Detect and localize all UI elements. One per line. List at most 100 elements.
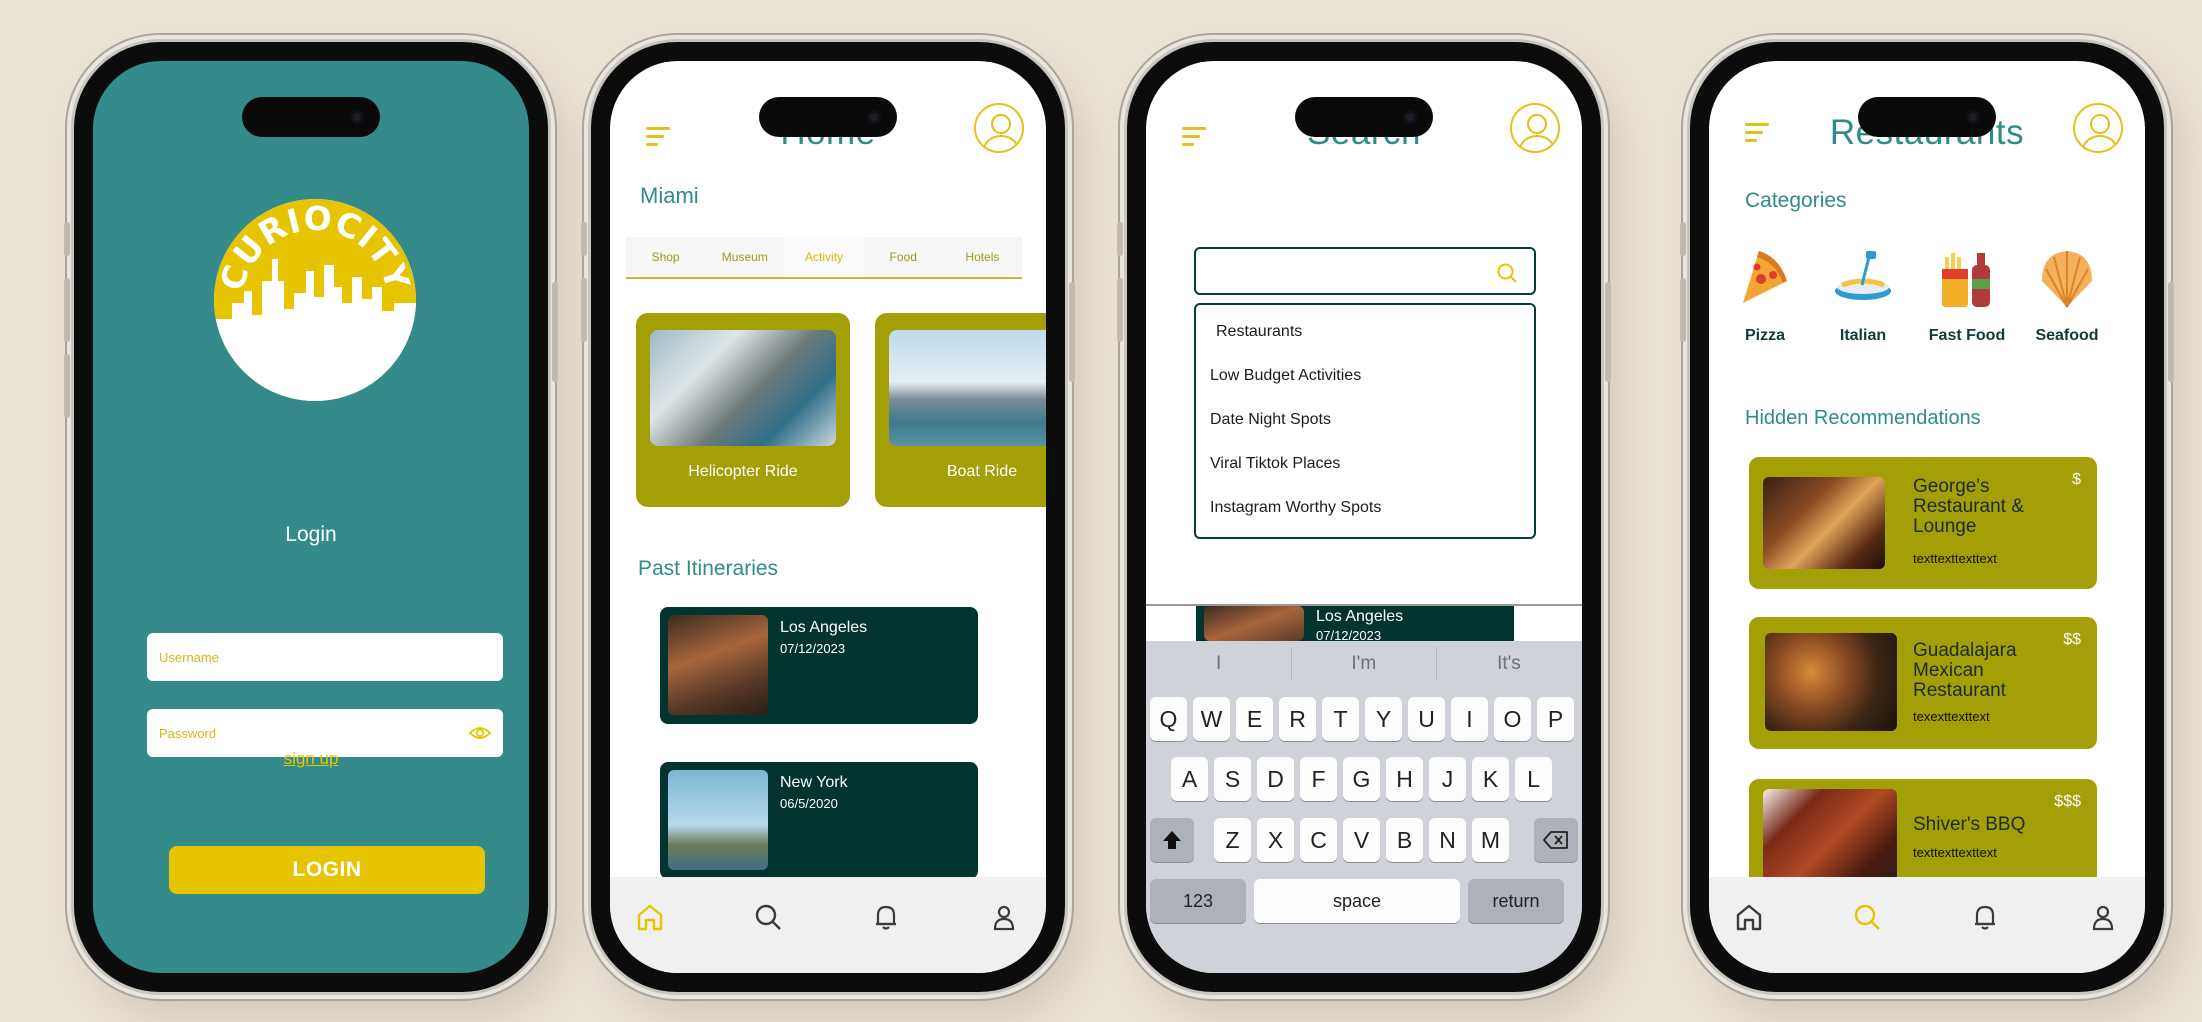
suggestion[interactable]: I — [1146, 641, 1291, 686]
key-l[interactable]: L — [1515, 757, 1552, 801]
key-z[interactable]: Z — [1214, 818, 1251, 862]
tab-food[interactable]: Food — [864, 237, 943, 277]
itinerary-card[interactable]: Los Angeles 07/12/2023 — [660, 607, 978, 724]
numbers-key[interactable]: 123 — [1150, 879, 1246, 923]
key-w[interactable]: W — [1193, 697, 1230, 741]
key-b[interactable]: B — [1386, 818, 1423, 862]
key-x[interactable]: X — [1257, 818, 1294, 862]
user-icon[interactable] — [2087, 901, 2119, 933]
key-d[interactable]: D — [1257, 757, 1294, 801]
login-screen: CURIOCITY Login Username Password sign u… — [93, 61, 529, 973]
key-u[interactable]: U — [1408, 697, 1445, 741]
dropdown-item[interactable]: Restaurants — [1216, 323, 1302, 341]
restaurant-card[interactable]: George's Restaurant & Lounge texttexttex… — [1749, 457, 2097, 589]
dropdown-item[interactable]: Date Night Spots — [1210, 411, 1331, 429]
itinerary-city: New York — [780, 774, 848, 791]
key-k[interactable]: K — [1472, 757, 1509, 801]
tab-hotels[interactable]: Hotels — [943, 237, 1022, 277]
keyboard: I I'm It's 123 space return QWERTYUIOPAS… — [1146, 641, 1582, 973]
key-e[interactable]: E — [1236, 697, 1273, 741]
profile-icon[interactable] — [1510, 103, 1560, 153]
key-f[interactable]: F — [1300, 757, 1337, 801]
home-icon[interactable] — [634, 901, 666, 933]
key-t[interactable]: T — [1322, 697, 1359, 741]
user-icon[interactable] — [988, 901, 1020, 933]
key-q[interactable]: Q — [1150, 697, 1187, 741]
profile-icon[interactable] — [974, 103, 1024, 153]
category-label: Seafood — [2035, 327, 2099, 344]
restaurant-name: Guadalajara Mexican Restaurant — [1913, 640, 2017, 701]
category-pizza[interactable]: Pizza — [1725, 247, 1805, 344]
category-seafood[interactable]: Seafood — [2027, 247, 2107, 344]
restaurant-card[interactable]: Guadalajara Mexican Restaurant texexttex… — [1749, 617, 2097, 749]
key-i[interactable]: I — [1451, 697, 1488, 741]
category-fast-food[interactable]: Fast Food — [1927, 247, 2007, 344]
return-key[interactable]: return — [1468, 879, 1564, 923]
eye-icon[interactable] — [468, 725, 492, 744]
key-o[interactable]: O — [1494, 697, 1531, 741]
username-field[interactable]: Username — [147, 633, 503, 681]
key-a[interactable]: A — [1171, 757, 1208, 801]
key-h[interactable]: H — [1386, 757, 1423, 801]
login-button[interactable]: LOGIN — [169, 846, 485, 894]
restaurant-name: George's Restaurant & Lounge — [1913, 476, 2024, 537]
space-key[interactable]: space — [1254, 879, 1460, 923]
search-icon[interactable] — [1851, 901, 1883, 933]
bottom-tab-bar — [610, 877, 1046, 973]
itinerary-card[interactable]: Los Angeles 07/12/2023 — [1196, 606, 1514, 641]
backspace-key[interactable] — [1534, 818, 1578, 862]
suggestion[interactable]: It's — [1436, 641, 1581, 686]
phone-login: CURIOCITY Login Username Password sign u… — [64, 42, 558, 992]
key-s[interactable]: S — [1214, 757, 1251, 801]
city-label: Miami — [640, 183, 699, 208]
bell-icon[interactable] — [870, 901, 902, 933]
key-g[interactable]: G — [1343, 757, 1380, 801]
activity-label: Helicopter Ride — [688, 463, 798, 480]
restaurant-text: texttexttexttext — [1913, 551, 1997, 566]
username-placeholder: Username — [159, 649, 219, 665]
tab-activity[interactable]: Activity — [784, 237, 864, 277]
search-dropdown: Restaurants Low Budget Activities Date N… — [1194, 303, 1536, 539]
category-label: Italian — [1839, 327, 1887, 344]
activity-label: Boat Ride — [946, 463, 1018, 480]
key-m[interactable]: M — [1472, 818, 1509, 862]
key-j[interactable]: J — [1429, 757, 1466, 801]
tab-museum[interactable]: Museum — [705, 237, 784, 277]
phone-home: Home Miami Shop Museum Activity Food Hot… — [581, 42, 1075, 992]
profile-icon[interactable] — [2073, 103, 2123, 153]
key-p[interactable]: P — [1537, 697, 1574, 741]
itinerary-card[interactable]: New York 06/5/2020 — [660, 762, 978, 879]
search-icon[interactable] — [752, 901, 784, 933]
dropdown-item[interactable]: Viral Tiktok Places — [1210, 455, 1340, 473]
hidden-recommendations-title: Hidden Recommendations — [1745, 407, 1981, 429]
restaurant-image — [1763, 477, 1885, 569]
activity-card[interactable]: Boat Ride — [875, 313, 1046, 507]
shift-key[interactable] — [1150, 818, 1194, 862]
search-icon[interactable] — [1496, 262, 1518, 289]
key-n[interactable]: N — [1429, 818, 1466, 862]
itinerary-date: 07/12/2023 — [780, 641, 846, 656]
price-badge: $$$ — [2054, 793, 2081, 810]
key-c[interactable]: C — [1300, 818, 1337, 862]
tab-shop[interactable]: Shop — [626, 237, 705, 277]
password-placeholder: Password — [159, 725, 217, 741]
suggestion[interactable]: I'm — [1291, 641, 1436, 686]
price-badge: $$ — [2063, 631, 2081, 648]
bell-icon[interactable] — [1969, 901, 2001, 933]
category-italian[interactable]: Italian — [1823, 247, 1903, 344]
search-input[interactable] — [1194, 247, 1536, 295]
activity-card[interactable]: Helicopter Ride — [636, 313, 850, 507]
signup-link[interactable]: sign up — [93, 749, 529, 769]
dropdown-item[interactable]: Instagram Worthy Spots — [1210, 499, 1381, 517]
key-y[interactable]: Y — [1365, 697, 1402, 741]
dropdown-item[interactable]: Low Budget Activities — [1210, 367, 1361, 385]
phone-search: Search Restaurants Low Budget Activities… — [1117, 42, 1611, 992]
key-r[interactable]: R — [1279, 697, 1316, 741]
home-icon[interactable] — [1733, 901, 1765, 933]
key-v[interactable]: V — [1343, 818, 1380, 862]
helicopter-image — [650, 330, 836, 446]
restaurant-name: Shiver's BBQ — [1913, 814, 2026, 835]
itinerary-city: Los Angeles — [1316, 608, 1404, 625]
price-badge: $ — [2072, 471, 2081, 488]
shell-icon — [2042, 251, 2092, 308]
